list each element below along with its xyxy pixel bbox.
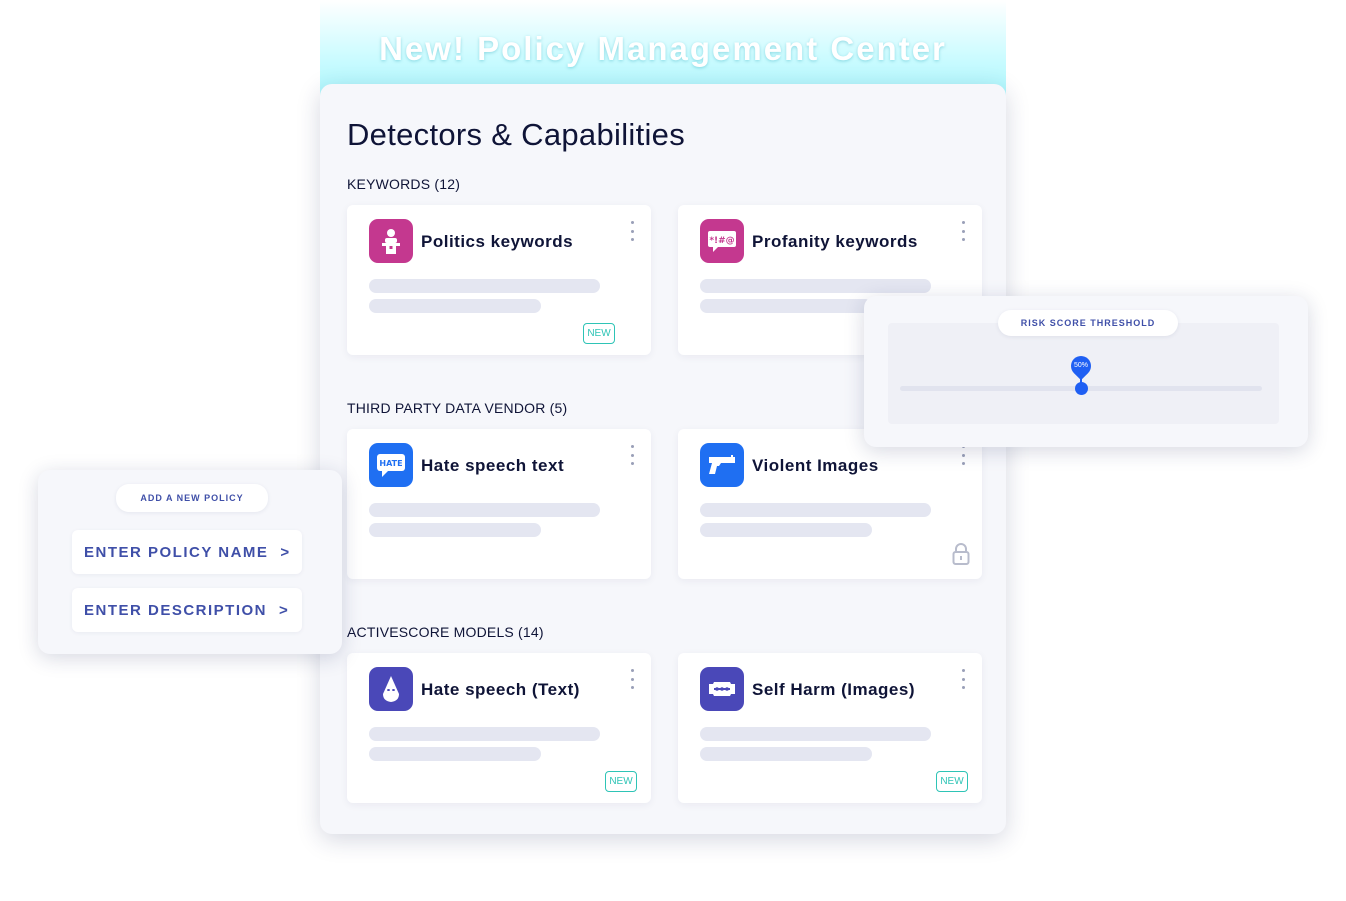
section-label-activescore: ACTIVESCORE MODELS (14) <box>347 624 544 640</box>
risk-score-label: RISK SCORE THRESHOLD <box>998 310 1178 336</box>
lock-icon <box>952 543 970 565</box>
placeholder-line <box>369 727 600 741</box>
slider-handle[interactable] <box>1075 382 1088 395</box>
razor-blade-icon <box>700 667 744 711</box>
icon-text: *!#@ <box>709 236 734 246</box>
card-hate-speech-text[interactable]: HATE Hate speech text <box>347 429 651 579</box>
card-title: Self Harm (Images) <box>752 680 915 699</box>
add-policy-panel: ADD A NEW POLICY ENTER POLICY NAME > ENT… <box>38 470 342 654</box>
new-badge: NEW <box>583 323 615 344</box>
section-label-keywords: KEYWORDS (12) <box>347 176 461 192</box>
card-title: Profanity keywords <box>752 232 918 251</box>
placeholder-line <box>700 727 931 741</box>
symbol-speech-icon: *!#@ <box>700 219 744 263</box>
placeholder-line <box>700 503 931 517</box>
placeholder-line <box>369 299 541 313</box>
policy-description-field[interactable]: ENTER DESCRIPTION > <box>72 588 302 632</box>
banner-title: New! Policy Management Center <box>379 30 947 67</box>
hooded-figure-icon <box>369 667 413 711</box>
more-options-icon[interactable] <box>958 221 968 241</box>
detectors-panel: Detectors & Capabilities KEYWORDS (12) P… <box>320 84 1006 834</box>
podium-speaker-icon <box>369 219 413 263</box>
add-policy-label: ADD A NEW POLICY <box>116 484 268 512</box>
more-options-icon[interactable] <box>627 669 637 689</box>
placeholder-line <box>700 299 872 313</box>
risk-score-panel: RISK SCORE THRESHOLD 50% <box>864 296 1308 447</box>
policy-name-label: ENTER POLICY NAME <box>84 543 269 561</box>
chevron-right-icon: > <box>280 543 291 561</box>
new-badge: NEW <box>605 771 637 792</box>
more-options-icon[interactable] <box>958 445 968 465</box>
policy-name-field[interactable]: ENTER POLICY NAME > <box>72 530 302 574</box>
more-options-icon[interactable] <box>627 445 637 465</box>
card-title: Politics keywords <box>421 232 574 251</box>
card-self-harm-images[interactable]: Self Harm (Images) NEW <box>678 653 982 803</box>
placeholder-line <box>700 279 931 293</box>
policy-description-label: ENTER DESCRIPTION <box>84 601 268 619</box>
gun-icon <box>700 443 744 487</box>
card-hate-speech-model[interactable]: Hate speech (Text) NEW <box>347 653 651 803</box>
page-title: Detectors & Capabilities <box>347 117 686 152</box>
card-title: Hate speech (Text) <box>421 680 580 699</box>
more-options-icon[interactable] <box>958 669 968 689</box>
new-badge: NEW <box>936 771 968 792</box>
card-title: Violent Images <box>752 456 879 475</box>
card-politics-keywords[interactable]: Politics keywords NEW <box>347 205 651 355</box>
hate-chat-icon: HATE <box>369 443 413 487</box>
placeholder-line <box>369 747 541 761</box>
placeholder-line <box>700 523 872 537</box>
card-violent-images[interactable]: Violent Images <box>678 429 982 579</box>
card-title: Hate speech text <box>421 456 565 475</box>
slider-value-tooltip: 50% <box>1066 351 1096 381</box>
placeholder-line <box>369 503 600 517</box>
slider-value-label: 50% <box>1073 362 1088 369</box>
placeholder-line <box>700 747 872 761</box>
placeholder-line <box>369 523 541 537</box>
section-label-third-party: THIRD PARTY DATA VENDOR (5) <box>347 400 568 416</box>
risk-threshold-slider[interactable]: 50% <box>900 351 1262 395</box>
chevron-right-icon: > <box>279 601 290 619</box>
placeholder-line <box>369 279 600 293</box>
icon-text: HATE <box>379 459 402 468</box>
more-options-icon[interactable] <box>627 221 637 241</box>
